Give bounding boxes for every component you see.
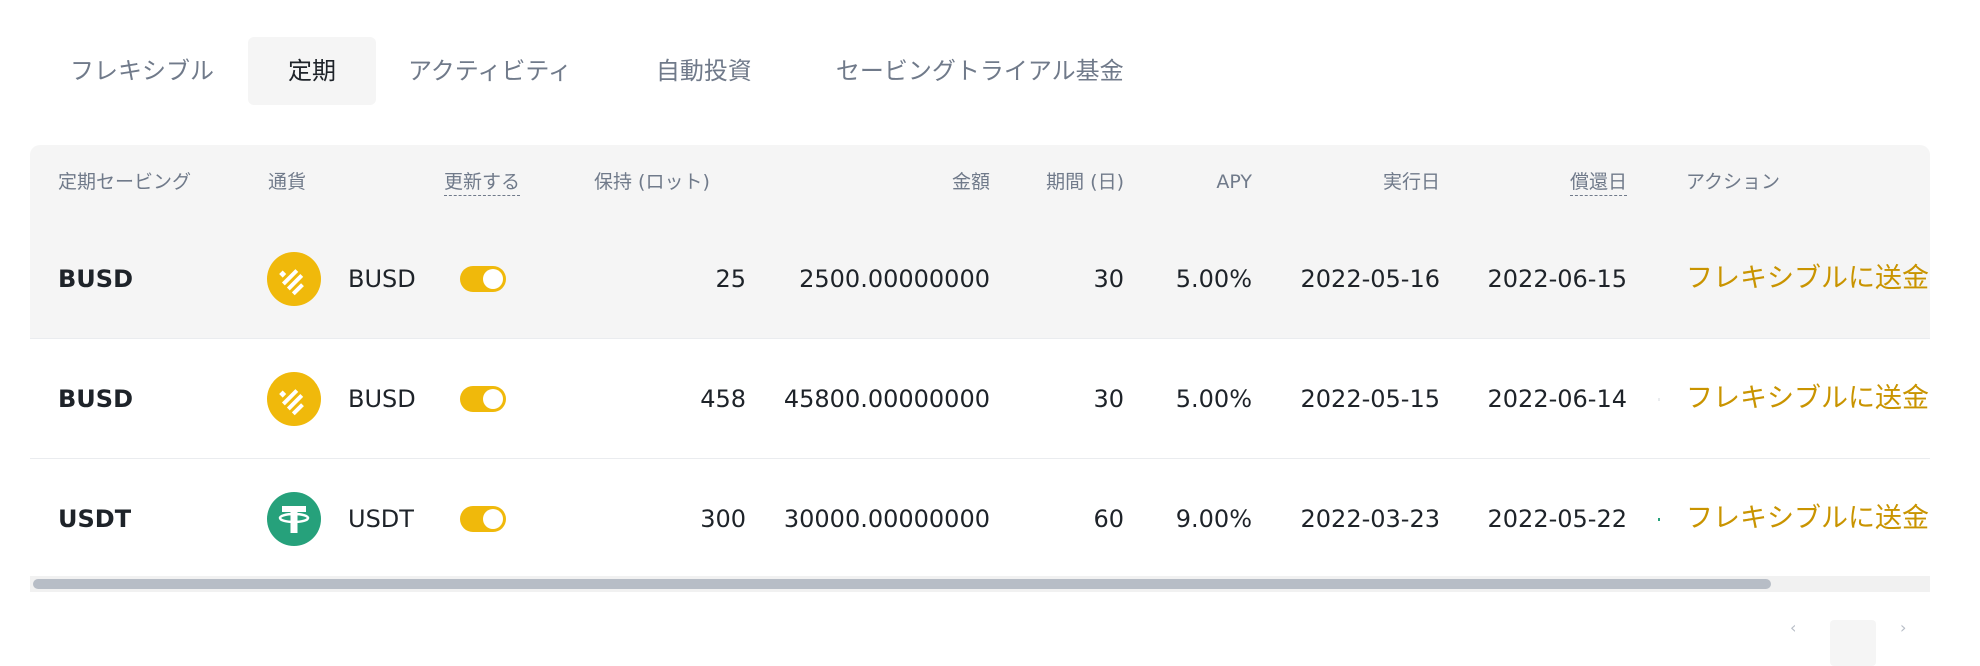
- tab-activities[interactable]: アクティビティ: [408, 37, 572, 105]
- busd-icon: [267, 372, 321, 426]
- header-apy: APY: [1216, 171, 1252, 193]
- table-row: BUSD BUSD 458 45800.00000000 30 5.00% 20…: [30, 339, 1930, 459]
- header-auto-renew-label: 更新する: [444, 171, 521, 196]
- value-date: 2022-03-23: [1300, 505, 1440, 533]
- currency-code: USDT: [348, 505, 414, 533]
- auto-renew-toggle[interactable]: [460, 386, 506, 412]
- tab-trial-fund[interactable]: セービングトライアル基金: [836, 37, 1124, 105]
- pagination-current-page[interactable]: [1830, 620, 1876, 666]
- amount-value: 45800.00000000: [783, 385, 990, 413]
- locked-savings-table: 定期セービング 通貨 更新する 保持 (ロット) 金額 期間 (日) APY 実…: [30, 145, 1930, 593]
- apy-value: 5.00%: [1175, 265, 1252, 293]
- apy-value: 9.00%: [1175, 505, 1252, 533]
- apy-value: 5.00%: [1175, 385, 1252, 413]
- pagination-prev-icon[interactable]: ‹: [1790, 620, 1802, 636]
- redemption-date: 2022-05-22: [1487, 505, 1627, 533]
- table-row: USDT USDT 300 30000.00000000 60 9.00% 20…: [30, 459, 1930, 579]
- header-auto-renew[interactable]: 更新する: [444, 145, 521, 219]
- header-amount: 金額: [951, 171, 990, 193]
- header-lots: 保持 (ロット): [594, 171, 710, 193]
- pagination-next-icon[interactable]: ›: [1900, 620, 1912, 636]
- product-name: BUSD: [58, 265, 133, 293]
- duration-value: 30: [1093, 385, 1124, 413]
- redemption-date: 2022-06-15: [1487, 265, 1627, 293]
- auto-renew-toggle[interactable]: [460, 266, 506, 292]
- duration-value: 60: [1093, 505, 1124, 533]
- tab-bar: フレキシブル 定期 アクティビティ 自動投資 セービングトライアル基金: [44, 37, 1124, 105]
- partial-marker: [1658, 518, 1660, 521]
- currency-code: BUSD: [348, 265, 416, 293]
- header-redemption-date-label: 償還日: [1569, 171, 1627, 196]
- transfer-to-flexible-link[interactable]: フレキシブルに送金: [1686, 339, 1929, 459]
- lots-value: 25: [715, 265, 746, 293]
- product-name: BUSD: [58, 385, 133, 413]
- table-header: 定期セービング 通貨 更新する 保持 (ロット) 金額 期間 (日) APY 実…: [30, 145, 1930, 219]
- header-value-date: 実行日: [1382, 171, 1440, 193]
- product-name: USDT: [58, 505, 132, 533]
- scrollbar-thumb[interactable]: [33, 579, 1771, 589]
- partial-marker: [1658, 398, 1660, 401]
- currency-code: BUSD: [348, 385, 416, 413]
- duration-value: 30: [1093, 265, 1124, 293]
- lots-value: 300: [700, 505, 746, 533]
- toggle-knob: [483, 389, 503, 409]
- busd-icon: [267, 252, 321, 306]
- amount-value: 2500.00000000: [799, 265, 990, 293]
- header-redemption-date[interactable]: 償還日: [1569, 145, 1627, 219]
- toggle-knob: [483, 509, 503, 529]
- lots-value: 458: [700, 385, 746, 413]
- transfer-to-flexible-link[interactable]: フレキシブルに送金: [1686, 459, 1929, 579]
- amount-value: 30000.00000000: [783, 505, 990, 533]
- redemption-date: 2022-06-14: [1487, 385, 1627, 413]
- tab-flexible[interactable]: フレキシブル: [70, 37, 214, 105]
- horizontal-scrollbar[interactable]: [30, 576, 1930, 592]
- tab-auto-invest[interactable]: 自動投資: [656, 37, 752, 105]
- table-row: BUSD BUSD 25 2500.00000000 30 5.00% 2022…: [30, 219, 1930, 339]
- header-currency: 通貨: [268, 171, 307, 193]
- value-date: 2022-05-16: [1300, 265, 1440, 293]
- tab-locked[interactable]: 定期: [248, 37, 376, 105]
- value-date: 2022-05-15: [1300, 385, 1440, 413]
- auto-renew-toggle[interactable]: [460, 506, 506, 532]
- toggle-knob: [483, 269, 503, 289]
- usdt-icon: [267, 492, 321, 546]
- header-duration: 期間 (日): [1046, 171, 1124, 193]
- header-product: 定期セービング: [58, 171, 192, 193]
- transfer-to-flexible-link[interactable]: フレキシブルに送金: [1686, 219, 1929, 339]
- header-action: アクション: [1686, 171, 1781, 193]
